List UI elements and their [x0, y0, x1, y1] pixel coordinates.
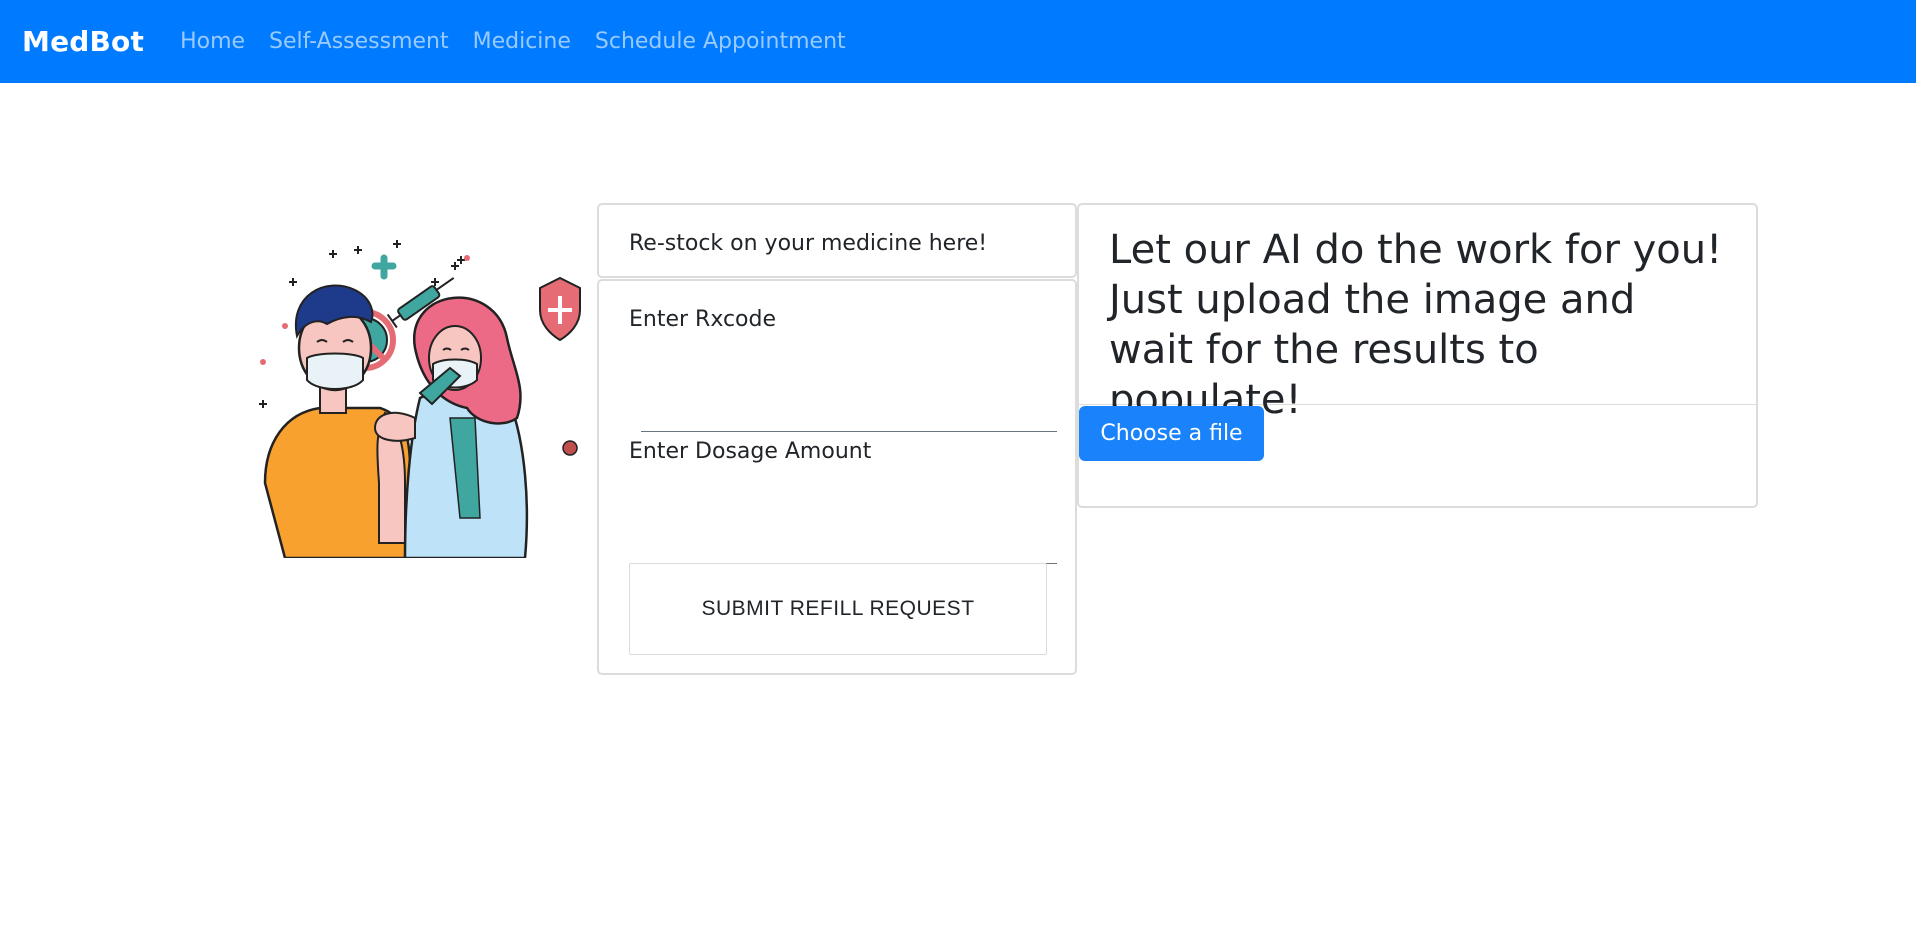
rxcode-input[interactable]: [641, 391, 1057, 432]
restock-header-card: Re-stock on your medicine here!: [597, 203, 1077, 278]
nav-link-medicine[interactable]: Medicine: [473, 29, 571, 54]
nav-link-self-assessment[interactable]: Self-Assessment: [269, 29, 449, 54]
ai-upload-header: Let our AI do the work for you! Just upl…: [1079, 205, 1756, 423]
refill-form-card: Enter Rxcode Enter Dosage Amount SUBMIT …: [597, 279, 1077, 675]
restock-header-text: Re-stock on your medicine here!: [629, 231, 988, 256]
vaccination-illustration: [245, 218, 595, 560]
rxcode-label: Enter Rxcode: [629, 307, 777, 332]
brand-logo[interactable]: MedBot: [22, 25, 144, 58]
ai-upload-card: Let our AI do the work for you! Just upl…: [1077, 203, 1758, 508]
nav-link-home[interactable]: Home: [180, 29, 245, 54]
nav-links: Home Self-Assessment Medicine Schedule A…: [168, 29, 858, 54]
navbar: MedBot Home Self-Assessment Medicine Sch…: [0, 0, 1916, 83]
dosage-input[interactable]: [641, 523, 1057, 564]
choose-file-button[interactable]: Choose a file: [1079, 406, 1264, 461]
nav-link-schedule-appointment[interactable]: Schedule Appointment: [595, 29, 846, 54]
ai-upload-header-text: Let our AI do the work for you! Just upl…: [1109, 227, 1723, 423]
submit-refill-button[interactable]: SUBMIT REFILL REQUEST: [629, 563, 1047, 655]
vaccination-illustration-icon: [255, 240, 581, 560]
dosage-label: Enter Dosage Amount: [629, 439, 872, 464]
